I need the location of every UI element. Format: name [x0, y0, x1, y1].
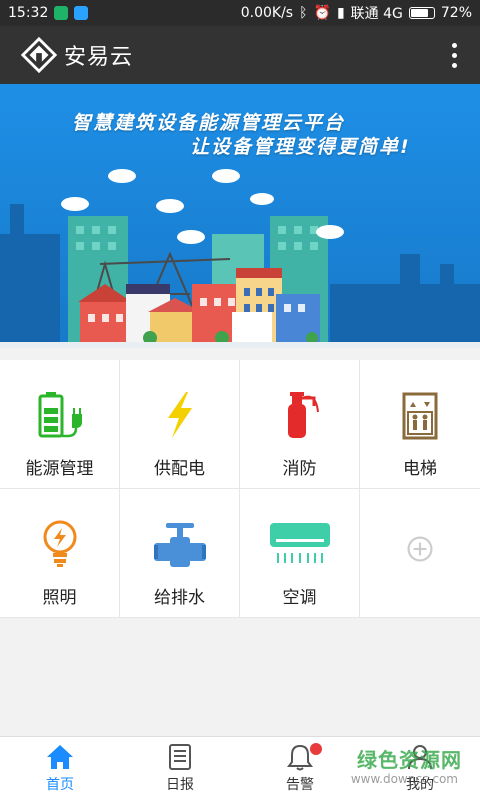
home-icon: [47, 745, 73, 769]
notification-app-icon: [74, 6, 89, 20]
app-bar: 安易云: [0, 26, 480, 84]
signal-icon: ▮: [336, 5, 345, 21]
tab-label: 首页: [46, 777, 74, 793]
battery-percent: 72%: [440, 5, 472, 21]
bluetooth-icon: ᛒ: [299, 5, 308, 21]
grid-item-label: 照明: [42, 588, 77, 608]
grid-item-elevator[interactable]: 电梯: [360, 360, 480, 489]
tab-daily-report[interactable]: 日报: [120, 737, 240, 800]
status-bar: 15:32 0.00K/s ᛒ ⏰ ▮ 联通 4G 72%: [0, 0, 480, 26]
grid-item-label: 供配电: [154, 459, 205, 479]
grid-item-label: 电梯: [403, 459, 437, 479]
grid-item-label: 给排水: [154, 588, 205, 608]
lightning-icon: [167, 392, 192, 438]
elevator-icon: [402, 392, 438, 440]
battery-plug-icon: [38, 392, 82, 438]
tab-home[interactable]: 首页: [0, 737, 120, 800]
fire-extinguisher-icon: [287, 392, 319, 438]
feature-grid: 能源管理 供配电 消防 电梯 照明 给排水 空调: [0, 360, 480, 618]
grid-item-air-conditioning[interactable]: 空调: [240, 489, 360, 618]
alarm-badge: [310, 743, 322, 755]
shield-app-icon: [54, 6, 69, 20]
light-bulb-icon: [43, 520, 76, 567]
air-conditioner-icon: [269, 523, 330, 563]
carrier-label: 联通 4G: [350, 6, 403, 22]
tab-label: 告警: [286, 777, 314, 793]
grid-item-power-supply[interactable]: 供配电: [120, 360, 240, 489]
daily-report-icon: [169, 744, 191, 770]
banner-headline: 智慧建筑设备能源管理云平台: [72, 112, 346, 134]
grid-item-add[interactable]: [360, 489, 480, 618]
grid-item-label: 能源管理: [25, 459, 94, 479]
watermark-url: www.downcc.com: [350, 772, 458, 786]
app-title: 安易云: [64, 45, 134, 70]
overflow-menu-icon[interactable]: [444, 40, 464, 70]
grid-item-label: 消防: [282, 459, 317, 479]
promo-banner[interactable]: 智慧建筑设备能源管理云平台 让设备管理变得更简单!: [0, 84, 480, 348]
grid-item-label: 空调: [282, 588, 317, 608]
status-time: 15:32: [8, 5, 49, 21]
anyiyun-logo-icon: [20, 36, 58, 74]
banner-subheadline: 让设备管理变得更简单!: [190, 136, 411, 158]
grid-item-energy[interactable]: 能源管理: [0, 360, 120, 489]
tab-alarm[interactable]: 告警: [240, 737, 360, 800]
grid-item-lighting[interactable]: 照明: [0, 489, 120, 618]
alarm-icon: ⏰: [313, 5, 331, 21]
watermark: 绿色资源网: [357, 748, 462, 772]
tab-label: 日报: [166, 777, 194, 793]
grid-item-water[interactable]: 给排水: [120, 489, 240, 618]
add-icon: [407, 536, 433, 562]
grid-item-fire[interactable]: 消防: [240, 360, 360, 489]
water-pipe-icon: [153, 523, 206, 567]
battery-icon: [408, 7, 435, 19]
network-speed: 0.00K/s: [240, 5, 294, 21]
